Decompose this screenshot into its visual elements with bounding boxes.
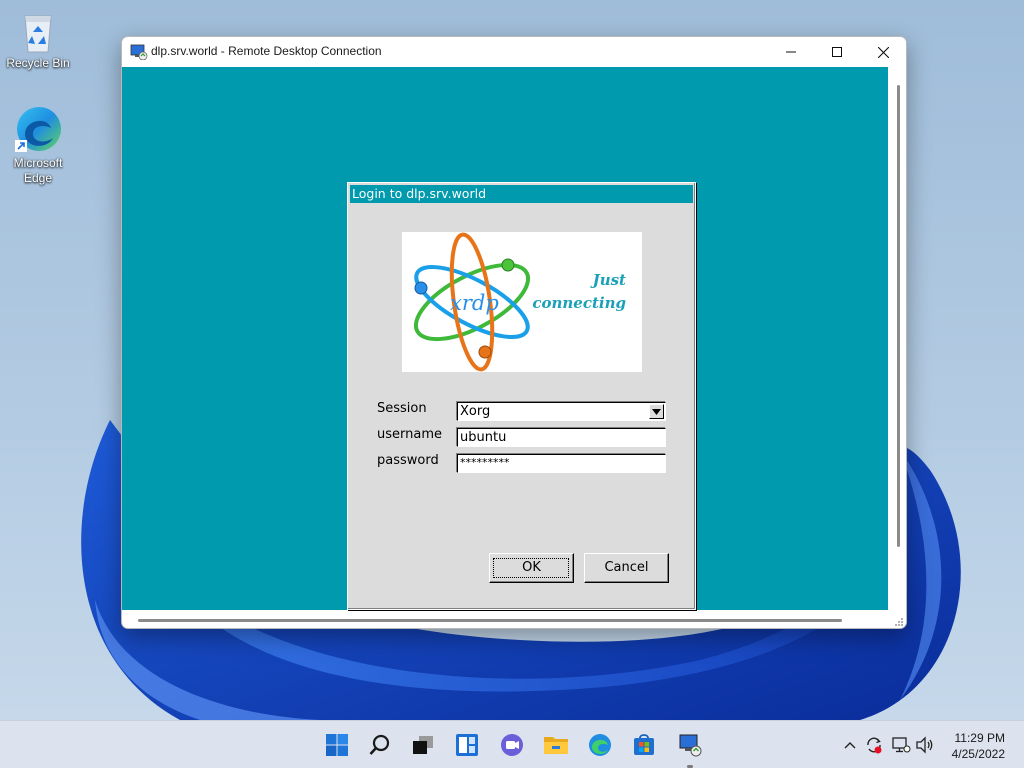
desktop-microsoft-edge[interactable]: Microsoft Edge xyxy=(3,104,73,186)
sync-icon xyxy=(867,737,882,754)
session-value: Xorg xyxy=(460,404,491,419)
username-label: username xyxy=(377,427,442,442)
volume-button[interactable] xyxy=(915,735,935,755)
volume-icon xyxy=(916,736,933,754)
maximize-icon xyxy=(832,47,842,57)
session-label: Session xyxy=(377,401,427,416)
sync-status-button[interactable] xyxy=(864,735,884,755)
start-button[interactable] xyxy=(321,729,353,761)
minimize-icon xyxy=(786,51,796,53)
remote-desktop-taskbar-button[interactable] xyxy=(674,729,706,761)
logo-xrdp-text: xrdp xyxy=(450,291,499,315)
remote-desktop-icon xyxy=(130,44,148,60)
ok-button[interactable]: OK xyxy=(489,553,574,583)
dropdown-button[interactable] xyxy=(649,404,664,419)
show-hidden-icons-button[interactable] xyxy=(840,735,860,755)
edge-icon xyxy=(15,107,61,152)
close-icon xyxy=(877,46,889,58)
logo-tagline-2: connecting xyxy=(532,294,626,312)
search-button[interactable] xyxy=(364,729,396,761)
close-button[interactable] xyxy=(860,37,906,67)
recycle-bin-icon xyxy=(24,15,52,53)
network-button[interactable] xyxy=(891,735,911,755)
xrdp-login-dialog: Login to dlp.srv.world xrdp Just connect… xyxy=(347,182,696,610)
password-value: ********* xyxy=(460,456,510,469)
task-view-icon xyxy=(413,736,433,754)
file-explorer-icon xyxy=(544,737,568,754)
recycle-bin-label: Recycle Bin xyxy=(6,56,70,70)
network-icon xyxy=(892,737,911,753)
remote-session-screen[interactable]: Login to dlp.srv.world xrdp Just connect… xyxy=(122,67,888,610)
widgets-icon xyxy=(456,734,478,756)
username-value: ubuntu xyxy=(460,430,507,445)
clock-time: 11:29 PM xyxy=(954,731,1005,745)
chevron-up-icon xyxy=(844,742,856,749)
task-view-button[interactable] xyxy=(407,729,439,761)
minimize-button[interactable] xyxy=(768,37,814,67)
cancel-label: Cancel xyxy=(604,560,649,575)
password-field[interactable]: ********* xyxy=(457,454,666,473)
taskbar: 11:29 PM 4/25/2022 xyxy=(0,720,1024,768)
dialog-title: Login to dlp.srv.world xyxy=(350,185,693,203)
edge-label: Microsoft Edge xyxy=(13,156,63,185)
xrdp-logo: xrdp Just connecting xyxy=(402,232,642,372)
start-icon xyxy=(326,734,348,756)
store-button[interactable] xyxy=(628,729,660,761)
edge-taskbar-button[interactable] xyxy=(584,729,616,761)
resize-grip-icon[interactable] xyxy=(892,615,904,627)
vertical-scrollbar[interactable] xyxy=(897,85,900,547)
maximize-button[interactable] xyxy=(814,37,860,67)
xrdp-logo-graphic: xrdp Just connecting xyxy=(413,232,626,372)
focus-outline xyxy=(493,558,569,578)
clock[interactable]: 11:29 PM 4/25/2022 xyxy=(952,730,1005,762)
remote-desktop-icon xyxy=(679,734,702,757)
session-select[interactable]: Xorg xyxy=(457,402,666,421)
clock-date: 4/25/2022 xyxy=(951,747,1005,761)
horizontal-scrollbar[interactable] xyxy=(138,619,842,622)
password-label: password xyxy=(377,453,439,468)
remote-desktop-window: dlp.srv.world - Remote Desktop Connectio… xyxy=(121,36,907,629)
cancel-button[interactable]: Cancel xyxy=(584,553,669,583)
logo-tagline-1: Just xyxy=(590,271,626,289)
store-icon xyxy=(634,734,654,755)
chevron-down-icon xyxy=(652,408,661,415)
desktop-recycle-bin[interactable]: Recycle Bin xyxy=(3,10,73,71)
widgets-button[interactable] xyxy=(451,729,483,761)
chat-button[interactable] xyxy=(496,729,528,761)
search-icon xyxy=(369,734,390,755)
window-title: dlp.srv.world - Remote Desktop Connectio… xyxy=(151,44,382,58)
username-field[interactable]: ubuntu xyxy=(457,428,666,447)
file-explorer-button[interactable] xyxy=(540,729,572,761)
chat-icon xyxy=(501,734,523,756)
edge-icon xyxy=(589,734,611,756)
window-titlebar[interactable]: dlp.srv.world - Remote Desktop Connectio… xyxy=(122,37,906,67)
